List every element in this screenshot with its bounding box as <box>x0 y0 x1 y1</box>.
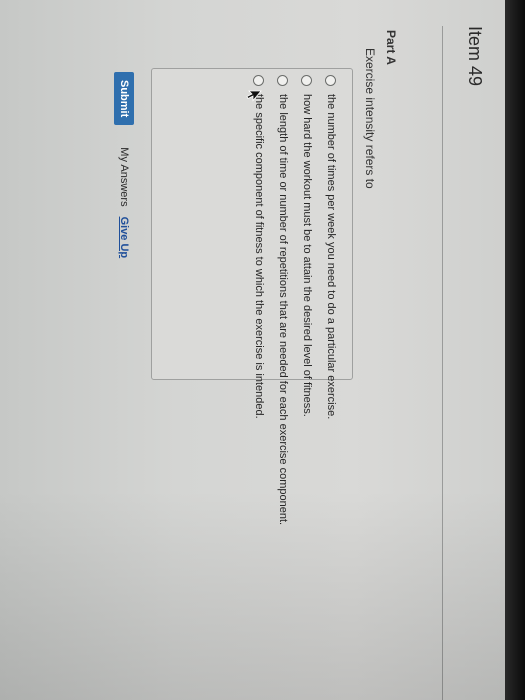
quiz-panel: Item 49 Part A Exercise intensity refers… <box>0 0 505 700</box>
radio-button-icon[interactable] <box>325 75 337 86</box>
answer-option-label: how hard the workout must be to attain t… <box>301 94 313 417</box>
item-title: Item 49 <box>465 26 485 87</box>
title-divider <box>442 26 443 700</box>
answer-choices-box: the number of times per week you need to… <box>151 68 353 525</box>
answer-option-label: the length of time or number of repetiti… <box>277 94 289 526</box>
answer-option-2[interactable]: how hard the workout must be to attain t… <box>298 75 316 417</box>
mouse-pointer-icon <box>246 90 262 102</box>
radio-button-icon[interactable] <box>277 75 289 86</box>
question-prompt: Exercise intensity refers to <box>363 48 377 189</box>
submit-button[interactable]: Submit <box>114 72 134 126</box>
answer-actions: Submit My Answers Give Up <box>113 72 135 372</box>
monitor-bezel <box>505 0 525 700</box>
answer-option-label: the number of times per week you need to… <box>325 94 337 420</box>
answer-option-4[interactable]: the specific component of fitness to whi… <box>250 75 268 419</box>
answer-option-3[interactable]: the length of time or number of repetiti… <box>274 75 292 525</box>
radio-button-icon[interactable] <box>301 75 313 86</box>
answer-option-1[interactable]: the number of times per week you need to… <box>322 75 340 419</box>
radio-button-icon[interactable] <box>253 75 265 86</box>
my-answers-link[interactable]: My Answers <box>118 147 130 206</box>
give-up-link[interactable]: Give Up <box>118 217 130 259</box>
part-label: Part A <box>384 30 398 65</box>
screen: Item 49 Part A Exercise intensity refers… <box>0 0 505 700</box>
answer-option-label: the specific component of fitness to whi… <box>253 94 265 419</box>
